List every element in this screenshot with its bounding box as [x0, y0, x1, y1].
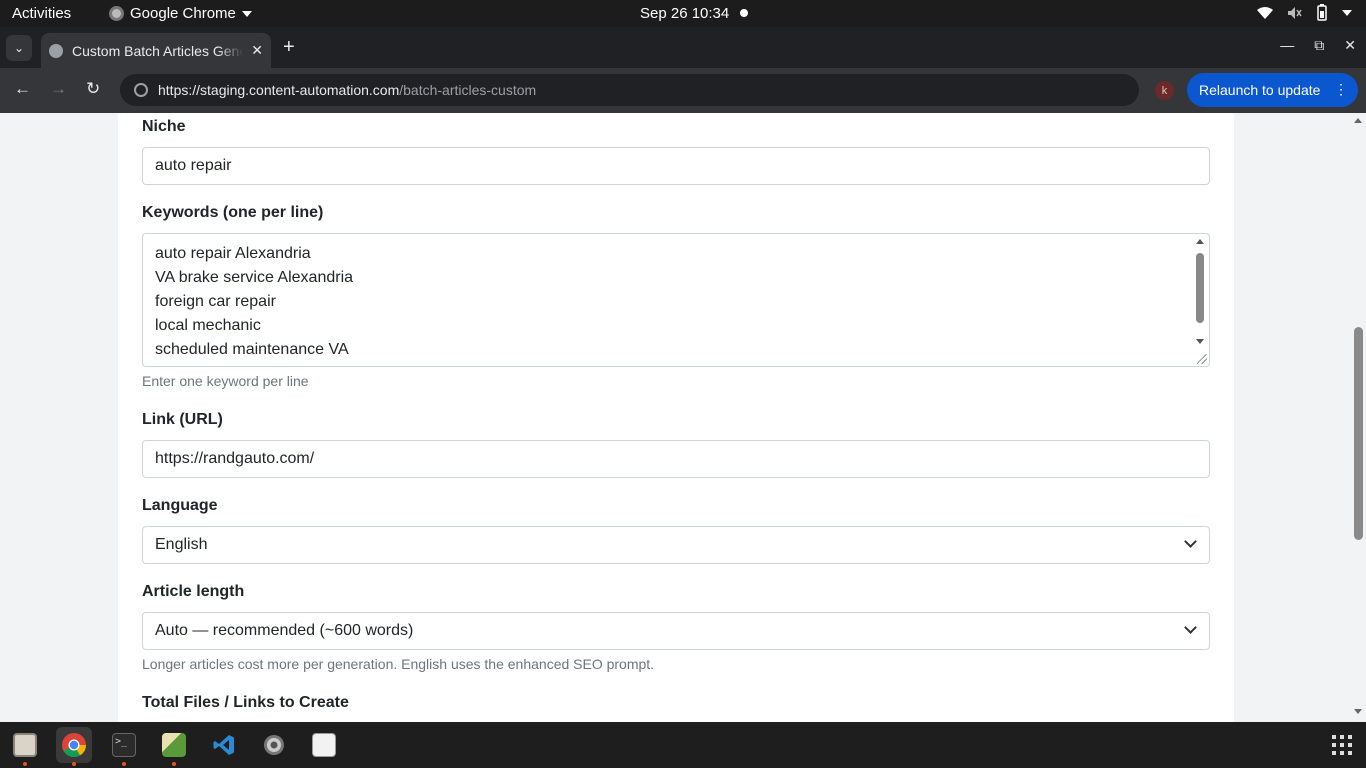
app-icon [312, 733, 336, 757]
relaunch-label: Relaunch to update [1199, 82, 1321, 98]
profile-avatar[interactable]: k [1155, 81, 1174, 100]
keyword-line: scheduled maintenance VA [155, 341, 349, 358]
app-menu[interactable]: Google Chrome [109, 5, 252, 22]
language-selected-value: English [155, 536, 208, 553]
chrome-icon [109, 6, 124, 21]
keywords-textarea[interactable]: auto repair Alexandria VA brake service … [142, 233, 1210, 367]
wifi-icon [1257, 7, 1273, 19]
keyword-line: auto repair Alexandria [155, 245, 311, 262]
minimize-icon[interactable]: — [1280, 37, 1294, 54]
keywords-label: Keywords (one per line) [142, 204, 324, 221]
chevron-down-icon [1184, 621, 1197, 634]
new-tab-button[interactable]: + [283, 36, 295, 59]
browser-tab[interactable]: Custom Batch Articles Generator ✕ [41, 33, 271, 68]
close-icon[interactable]: ✕ [251, 42, 263, 59]
keyword-line: local mechanic [155, 317, 261, 334]
resize-handle-icon[interactable] [1197, 354, 1207, 364]
article-length-help-text: Longer articles cost more per generation… [142, 656, 655, 672]
url-host: https://staging.content-automation.com [158, 82, 400, 98]
dock-files[interactable] [7, 727, 43, 766]
favicon-icon [49, 43, 63, 58]
link-url-input[interactable]: https://randgauto.com/ [142, 440, 1210, 478]
running-indicator [122, 762, 126, 766]
activities-button[interactable]: Activities [12, 5, 71, 22]
keywords-help-text: Enter one keyword per line [142, 373, 309, 389]
keyword-line: VA brake service Alexandria [155, 269, 354, 286]
system-tray[interactable] [1256, 4, 1352, 22]
close-window-icon[interactable]: ✕ [1344, 37, 1356, 54]
notification-dot [740, 9, 748, 17]
maximize-icon[interactable]: ⧉ [1314, 37, 1324, 54]
total-files-label: Total Files / Links to Create [142, 694, 349, 711]
chevron-down-icon: ⌄ [13, 41, 25, 55]
settings-icon [264, 735, 284, 755]
scroll-up-icon[interactable] [1354, 118, 1362, 123]
show-apps-icon[interactable] [1332, 735, 1352, 755]
page-scrollbar[interactable] [1351, 113, 1366, 722]
chrome-icon [62, 733, 86, 758]
url-path: /batch-articles-custom [399, 82, 537, 98]
running-indicator [172, 762, 176, 766]
dock-app[interactable] [306, 727, 342, 763]
tab-title: Custom Batch Articles Generator [72, 42, 244, 59]
browser-toolbar: ← → ↻ https://staging.content-automation… [0, 68, 1366, 113]
chevron-down-icon [1184, 535, 1197, 548]
link-label: Link (URL) [142, 411, 223, 428]
image-editor-icon [162, 733, 186, 757]
forward-icon[interactable]: → [50, 79, 67, 99]
article-length-label: Article length [142, 583, 245, 600]
reload-icon[interactable]: ↻ [86, 79, 100, 99]
article-length-selected-value: Auto — recommended (~600 words) [155, 622, 414, 639]
language-select[interactable]: English [142, 526, 1210, 564]
battery-icon [1317, 4, 1327, 21]
scroll-down-icon[interactable] [1196, 339, 1204, 344]
window-controls: — ⧉ ✕ [1280, 37, 1356, 54]
chevron-down-icon [241, 10, 252, 17]
niche-label: Niche [142, 118, 186, 135]
dock-vscode[interactable] [206, 727, 242, 763]
scroll-up-icon[interactable] [1196, 239, 1204, 244]
dock-chrome[interactable] [56, 727, 92, 766]
chevron-down-icon [1342, 10, 1352, 16]
site-info-icon[interactable] [134, 83, 148, 97]
running-indicator [23, 762, 27, 766]
dock-terminal[interactable]: >_ [106, 727, 142, 766]
niche-input[interactable]: auto repair [142, 147, 1210, 185]
form-card: Niche auto repair Keywords (one per line… [118, 113, 1234, 722]
keyword-line: foreign car repair [155, 293, 276, 310]
address-bar[interactable]: https://staging.content-automation.com/b… [120, 74, 1139, 106]
language-label: Language [142, 497, 218, 514]
system-top-bar: Activities Google Chrome Sep 26 10:34 [0, 0, 1366, 27]
browser-tab-strip: ⌄ Custom Batch Articles Generator ✕ + — … [0, 27, 1366, 68]
dock-image-editor[interactable] [156, 727, 192, 766]
vscode-icon [213, 735, 234, 755]
app-menu-label: Google Chrome [130, 5, 236, 22]
terminal-icon: >_ [112, 733, 136, 757]
volume-muted-icon [1288, 7, 1302, 19]
running-indicator [72, 762, 76, 766]
more-menu-icon[interactable]: ⋮ [1334, 81, 1348, 98]
relaunch-to-update-button[interactable]: Relaunch to update ⋮ [1187, 73, 1358, 107]
scrollbar-thumb[interactable] [1196, 253, 1204, 323]
tab-search-button[interactable]: ⌄ [6, 35, 32, 61]
article-length-select[interactable]: Auto — recommended (~600 words) [142, 612, 1210, 650]
dock: >_ [0, 722, 1366, 768]
files-icon [13, 733, 37, 757]
page-viewport: Niche auto repair Keywords (one per line… [0, 113, 1366, 722]
scroll-down-icon[interactable] [1354, 709, 1362, 714]
clock[interactable]: Sep 26 10:34 [640, 5, 729, 22]
textarea-scrollbar[interactable] [1193, 236, 1207, 348]
scrollbar-thumb[interactable] [1354, 327, 1363, 540]
back-icon[interactable]: ← [14, 79, 31, 99]
dock-settings[interactable] [256, 727, 292, 763]
